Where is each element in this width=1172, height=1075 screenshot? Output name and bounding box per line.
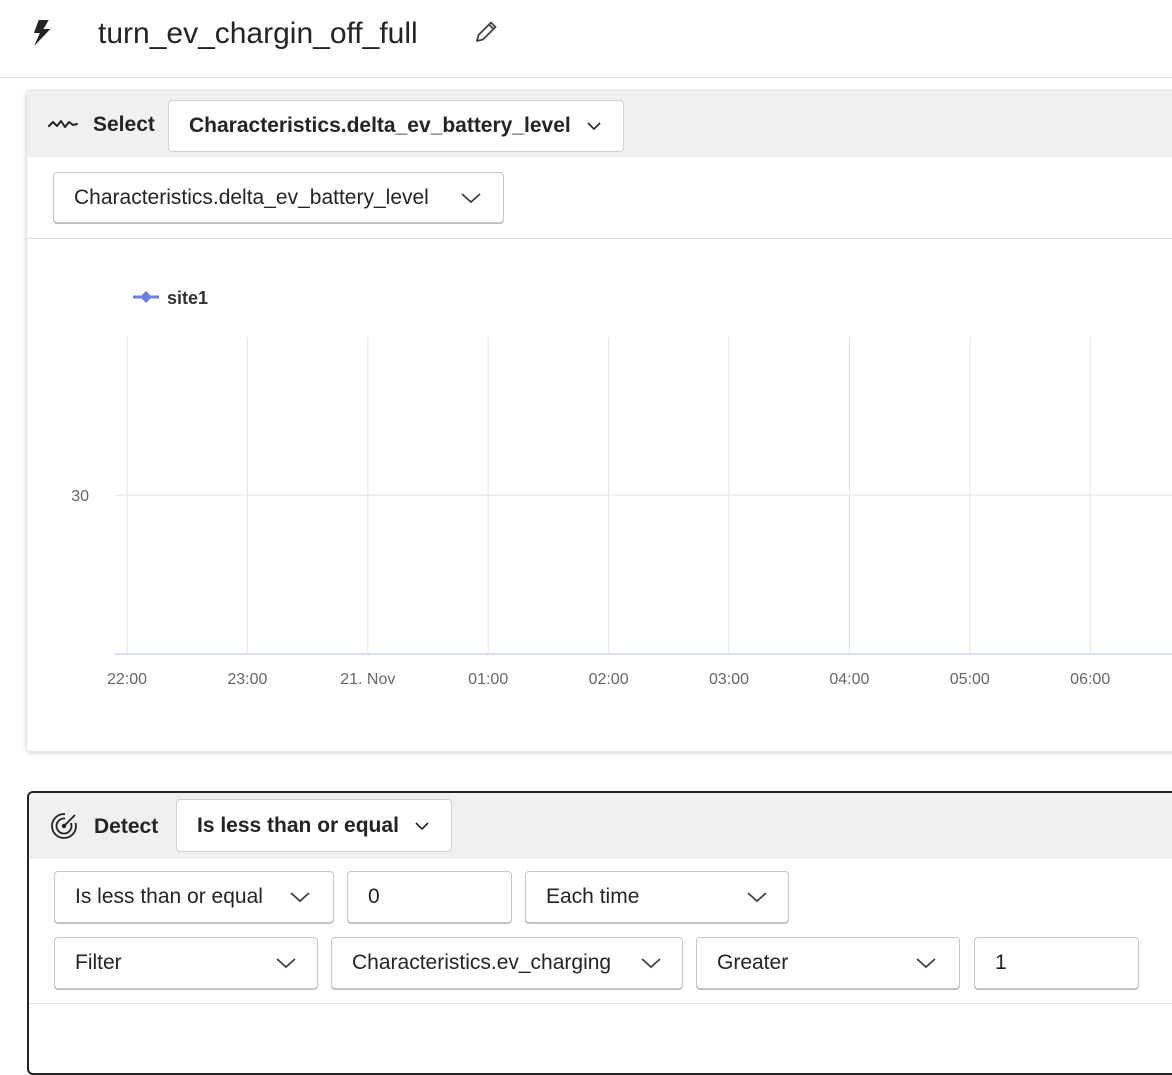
threshold-input-value: 0 bbox=[368, 885, 380, 908]
detect-card-header: Detect Is less than or equal bbox=[29, 793, 1172, 859]
legend-marker bbox=[140, 291, 152, 303]
chevron-down-icon bbox=[916, 958, 936, 969]
filter-dropdown[interactable]: Filter bbox=[54, 937, 318, 989]
bolt-icon bbox=[33, 20, 51, 46]
detect-label: Detect bbox=[94, 815, 159, 838]
select-card: Select Characteristics.delta_ev_battery_… bbox=[26, 90, 1172, 752]
legend-label: site1 bbox=[167, 288, 208, 308]
filter-operator-dropdown-value: Greater bbox=[717, 951, 789, 974]
x-tick-label: 23:00 bbox=[227, 671, 267, 688]
line-chart: 22:00 23:00 21. Nov 01:00 02:00 03:00 04:00 05:… bbox=[71, 288, 1172, 688]
filter-property-dropdown[interactable]: Characteristics.ev_charging bbox=[331, 937, 683, 989]
filter-property-dropdown-value: Characteristics.ev_charging bbox=[352, 951, 612, 974]
chevron-down-icon bbox=[747, 892, 767, 903]
x-tick-label: 21. Nov bbox=[340, 671, 395, 688]
x-tick-label: 02:00 bbox=[589, 671, 629, 688]
threshold-input[interactable]: 0 bbox=[347, 871, 512, 923]
frequency-dropdown[interactable]: Each time bbox=[525, 871, 789, 923]
x-tick-label: 01:00 bbox=[468, 671, 508, 688]
frequency-dropdown-value: Each time bbox=[546, 885, 640, 908]
filter-value-input-value: 1 bbox=[995, 951, 1007, 974]
chevron-down-icon bbox=[641, 958, 661, 969]
pencil-icon[interactable] bbox=[472, 18, 500, 46]
condition-dropdown-value: Is less than or equal bbox=[75, 885, 263, 908]
detect-card: Detect Is less than or equal Is less tha… bbox=[27, 791, 1172, 1075]
x-tick-label: 03:00 bbox=[709, 671, 749, 688]
detect-divider bbox=[29, 1003, 1172, 1004]
rule-title[interactable]: turn_ev_chargin_off_full bbox=[98, 12, 418, 56]
detect-header-dropdown-value: Is less than or equal bbox=[197, 813, 399, 837]
filter-dropdown-value: Filter bbox=[75, 951, 122, 974]
chevron-down-icon bbox=[276, 958, 296, 969]
chevron-down-icon bbox=[290, 892, 310, 903]
x-tick-label: 06:00 bbox=[1070, 671, 1110, 688]
x-tick-label: 05:00 bbox=[950, 671, 990, 688]
x-tick-label: 22:00 bbox=[107, 671, 147, 688]
x-tick-label: 04:00 bbox=[829, 671, 869, 688]
chevron-down-icon bbox=[415, 821, 429, 830]
y-tick-label: 30 bbox=[71, 488, 89, 505]
condition-dropdown[interactable]: Is less than or equal bbox=[54, 871, 334, 923]
filter-operator-dropdown[interactable]: Greater bbox=[696, 937, 960, 989]
radar-icon bbox=[51, 811, 79, 839]
detect-header-dropdown[interactable]: Is less than or equal bbox=[176, 799, 452, 852]
page-header: turn_ev_chargin_off_full bbox=[0, 0, 1172, 78]
filter-value-input[interactable]: 1 bbox=[974, 937, 1139, 989]
